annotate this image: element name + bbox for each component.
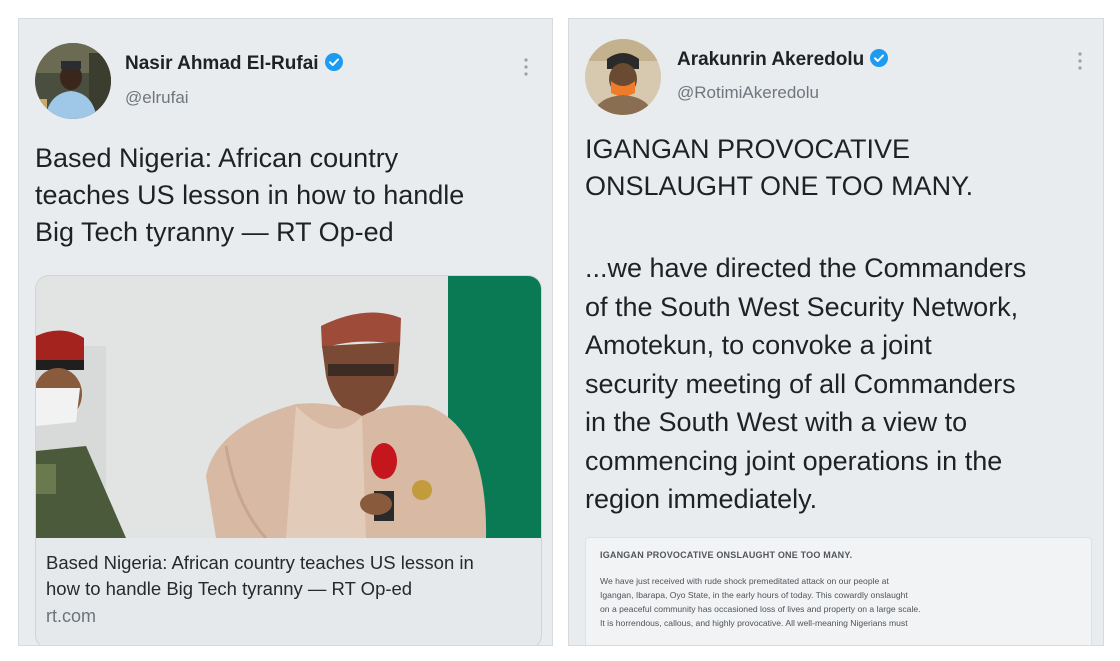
vertical-ellipsis-icon[interactable] [1077,51,1083,74]
document-body: We have just received with rude shock pr… [600,574,1078,630]
document-line: on a peaceful community has occasioned l… [600,604,921,614]
tweet-right: Arakunrin Akeredolu @RotimiAkeredolu IGA… [568,18,1104,646]
tweet-body-line: ...we have directed the Commanders [585,253,1027,283]
tweet-body: ...we have directed the Commanders of th… [585,249,1026,519]
document-line: It is horrendous, callous, and highly pr… [600,618,908,628]
tweet-headline-line: ONSLAUGHT ONE TOO MANY. [585,171,974,201]
link-preview-title[interactable]: Based Nigeria: African country teaches U… [46,550,536,602]
tweet-headline: IGANGAN PROVOCATIVE ONSLAUGHT ONE TOO MA… [585,131,973,205]
verified-badge-icon [870,49,889,67]
tweet-body-line: security meeting of all Commanders [585,368,1016,399]
attached-document-image[interactable]: IGANGAN PROVOCATIVE ONSLAUGHT ONE TOO MA… [585,537,1092,645]
avatar-elrufai-image [35,43,111,119]
tweet-text: Based Nigeria: African country teaches U… [35,140,464,251]
document-line: We have just received with rude shock pr… [600,576,889,586]
link-preview-card[interactable]: Based Nigeria: African country teaches U… [35,275,542,645]
tweet-left: Nasir Ahmad El-Rufai @elrufai Based Nige… [18,18,553,646]
document-line: Igangan, Ibarapa, Oyo State, in the earl… [600,590,908,600]
author-handle[interactable]: @RotimiAkeredolu [677,83,819,103]
tweet-body-line: region immediately. [585,484,818,514]
author-name[interactable]: Nasir Ahmad El-Rufai [125,53,343,75]
tweet-body-line: in the South West with a view to [585,407,968,437]
tweet-text-line: Based Nigeria: African country [35,143,399,173]
avatar-akeredolu-image [585,39,661,115]
tweet-text-line: Big Tech tyranny — RT Op-ed [35,217,394,247]
vertical-ellipsis-icon[interactable] [523,57,529,80]
avatar-akeredolu[interactable] [585,39,661,115]
author-name-text: Arakunrin Akeredolu [677,49,865,70]
tweet-headline-line: IGANGAN PROVOCATIVE [585,134,911,164]
author-name-text: Nasir Ahmad El-Rufai [125,53,319,74]
tweet-text-line: teaches US lesson in how to handle [35,180,465,210]
link-preview-domain[interactable]: rt.com [46,606,96,627]
author-handle[interactable]: @elrufai [125,88,189,108]
verified-badge-icon [324,53,343,71]
document-title: IGANGAN PROVOCATIVE ONSLAUGHT ONE TOO MA… [600,550,853,560]
avatar-elrufai[interactable] [35,43,111,119]
tweet-body-line: of the South West Security Network, [585,291,1019,322]
link-preview-title-line: how to handle Big Tech tyranny — RT Op-e… [46,578,413,599]
link-preview-title-line: Based Nigeria: African country teaches U… [46,552,474,573]
link-preview-image [36,276,541,538]
author-name[interactable]: Arakunrin Akeredolu [677,49,889,71]
tweet-body-line: commencing joint operations in the [585,445,1003,476]
tweet-body-line: Amotekun, to convoke a joint [585,330,932,360]
